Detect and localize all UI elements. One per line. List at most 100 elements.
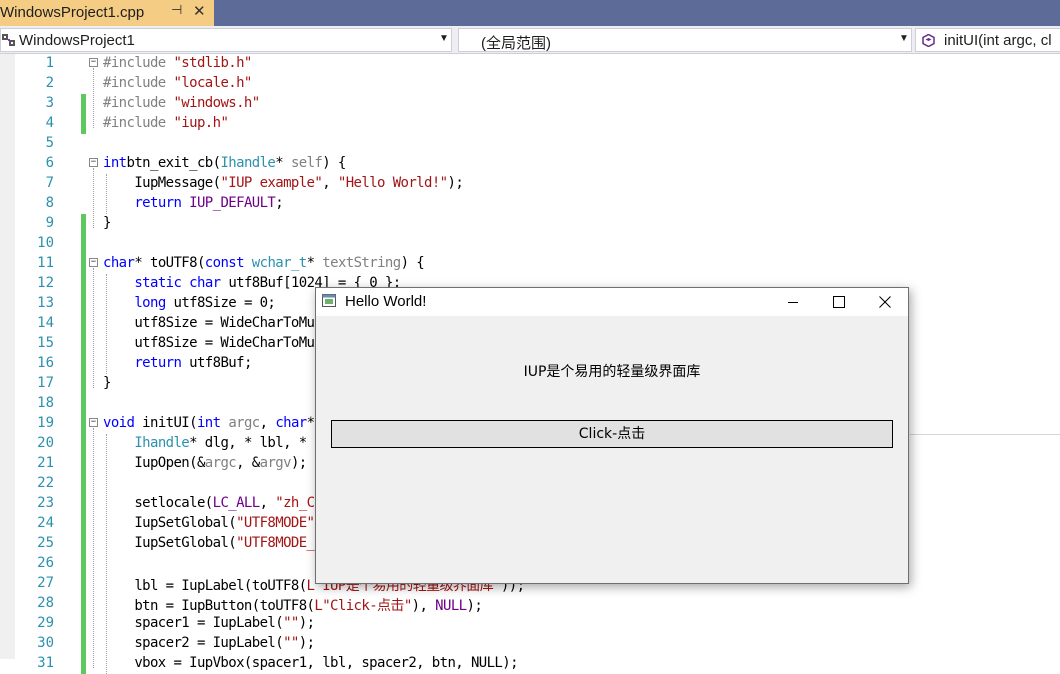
fold-guide xyxy=(93,268,94,388)
change-indicator xyxy=(81,434,86,454)
close-button[interactable] xyxy=(862,288,908,316)
code-token: * xyxy=(306,415,315,431)
close-icon xyxy=(879,296,891,308)
tab-title: WindowsProject1.cpp xyxy=(0,4,145,21)
code-token: ); xyxy=(466,598,483,614)
close-icon[interactable]: ✕ xyxy=(193,2,206,20)
code-line[interactable]: 9} xyxy=(0,214,1060,234)
code-token: utf8Buf; xyxy=(181,355,252,371)
code-line[interactable]: 6 − intbtn_exit_cb(Ihandle* self) { xyxy=(0,154,1060,174)
code-token: } xyxy=(103,375,111,391)
code-token: "IUP example" xyxy=(220,175,323,191)
code-text: } xyxy=(103,375,111,391)
line-number: 12 xyxy=(37,275,54,291)
line-number: 4 xyxy=(45,115,54,131)
change-indicator xyxy=(81,454,86,474)
change-indicator xyxy=(81,614,86,634)
code-line[interactable]: 2 #include "locale.h" xyxy=(0,74,1060,94)
dialog-title: Hello World! xyxy=(345,293,427,310)
change-indicator xyxy=(81,514,86,534)
method-icon xyxy=(922,34,935,47)
maximize-button[interactable] xyxy=(816,288,862,316)
change-indicator xyxy=(81,254,86,274)
tab-windowsproject1-cpp[interactable]: WindowsProject1.cpp ⊣ ✕ xyxy=(0,0,214,26)
code-text: Ihandle* dlg, * lbl, * xyxy=(103,435,307,451)
code-token: , & xyxy=(236,455,260,471)
line-number: 25 xyxy=(37,535,54,551)
code-token: , xyxy=(259,415,276,431)
code-text: } xyxy=(103,215,111,231)
code-token: static xyxy=(134,275,182,291)
code-text: #include "windows.h" xyxy=(103,95,260,111)
line-number: 1 xyxy=(45,55,54,71)
chevron-down-icon[interactable]: ▼ xyxy=(899,33,909,44)
code-line[interactable]: 4 #include "iup.h" xyxy=(0,114,1060,134)
code-line[interactable]: 8 return IUP_DEFAULT; xyxy=(0,194,1060,214)
code-text: intbtn_exit_cb(Ihandle* self) { xyxy=(103,155,346,171)
code-token: * toUTF8( xyxy=(134,255,205,271)
code-token: "" xyxy=(283,615,299,631)
code-line[interactable]: 31 vbox = IupVbox(spacer1, lbl, spacer2,… xyxy=(0,654,1060,674)
code-token: void xyxy=(103,415,135,431)
code-text: setlocale(LC_ALL, "zh_C xyxy=(103,495,315,511)
line-number: 2 xyxy=(45,75,54,91)
change-indicator xyxy=(81,474,86,494)
fold-guide xyxy=(93,428,94,668)
code-token: vbox = IupVbox(spacer1, lbl, spacer2, bt… xyxy=(103,655,518,671)
code-line[interactable]: 7 IupMessage("IUP example", "Hello World… xyxy=(0,174,1060,194)
code-token: ); xyxy=(290,455,307,471)
minimize-button[interactable] xyxy=(770,288,816,316)
code-token: IUP_DEFAULT xyxy=(181,195,276,211)
maximize-icon xyxy=(833,296,845,308)
code-line[interactable]: 29 spacer1 = IupLabel(""); xyxy=(0,614,1060,634)
code-line[interactable]: 1 − #include "stdlib.h" xyxy=(0,54,1060,74)
collapse-icon[interactable]: − xyxy=(89,58,98,67)
pin-icon[interactable]: ⊣ xyxy=(171,3,182,18)
line-number: 30 xyxy=(37,635,54,651)
chevron-down-icon[interactable]: ▼ xyxy=(439,33,449,44)
code-token: lbl = IupLabel(toUTF8( xyxy=(103,578,307,594)
change-indicator xyxy=(81,114,86,134)
dialog-titlebar[interactable]: Hello World! xyxy=(316,288,908,316)
scope-name: (全局范围) xyxy=(481,35,551,52)
code-line[interactable]: 11 − char* toUTF8(const wchar_t* textStrin… xyxy=(0,254,1060,274)
line-number: 13 xyxy=(37,295,54,311)
code-token: * dlg, * lbl, * xyxy=(189,435,307,451)
code-text: #include "locale.h" xyxy=(103,75,252,91)
collapse-icon[interactable]: − xyxy=(89,418,98,427)
code-text: IupOpen(&argc, &argv); xyxy=(103,455,307,471)
code-text: return IUP_DEFAULT; xyxy=(103,195,283,211)
navigation-bar: WindowsProject1 ▼ (全局范围) ▼ initUI(int ar… xyxy=(0,26,1060,54)
collapse-icon[interactable]: − xyxy=(89,258,98,267)
line-number: 17 xyxy=(37,375,54,391)
code-line[interactable]: 30 spacer2 = IupLabel(""); xyxy=(0,634,1060,654)
dialog-label: IUP是个易用的轻量级界面库 xyxy=(523,364,701,380)
project-dropdown[interactable]: WindowsProject1 ▼ xyxy=(0,28,452,52)
change-indicator xyxy=(81,654,86,674)
member-dropdown[interactable]: initUI(int argc, cl xyxy=(915,28,1060,52)
app-window-icon xyxy=(322,294,336,307)
code-line[interactable]: 10 xyxy=(0,234,1060,254)
fold-guide xyxy=(93,68,94,128)
click-button[interactable]: Click-点击 xyxy=(331,420,893,448)
collapse-icon[interactable]: − xyxy=(89,158,98,167)
code-text: return utf8Buf; xyxy=(103,355,252,371)
code-token: Ihandle xyxy=(220,155,276,171)
change-indicator xyxy=(81,274,86,294)
change-indicator xyxy=(81,234,86,254)
change-indicator xyxy=(81,554,86,574)
code-line[interactable]: 5 xyxy=(0,134,1060,154)
code-token: IupSetGlobal( xyxy=(103,535,237,551)
code-token: utf8Size = 0; xyxy=(165,295,276,311)
scope-dropdown[interactable]: (全局范围) ▼ xyxy=(458,28,912,52)
code-token: L"Click-点击" xyxy=(314,598,412,614)
code-line[interactable]: 3 #include "windows.h" xyxy=(0,94,1060,114)
change-indicator xyxy=(81,94,86,114)
code-token: LC_ALL xyxy=(212,495,261,511)
code-line[interactable]: 28 btn = IupButton(toUTF8(L"Click-点击"), … xyxy=(0,594,1060,614)
